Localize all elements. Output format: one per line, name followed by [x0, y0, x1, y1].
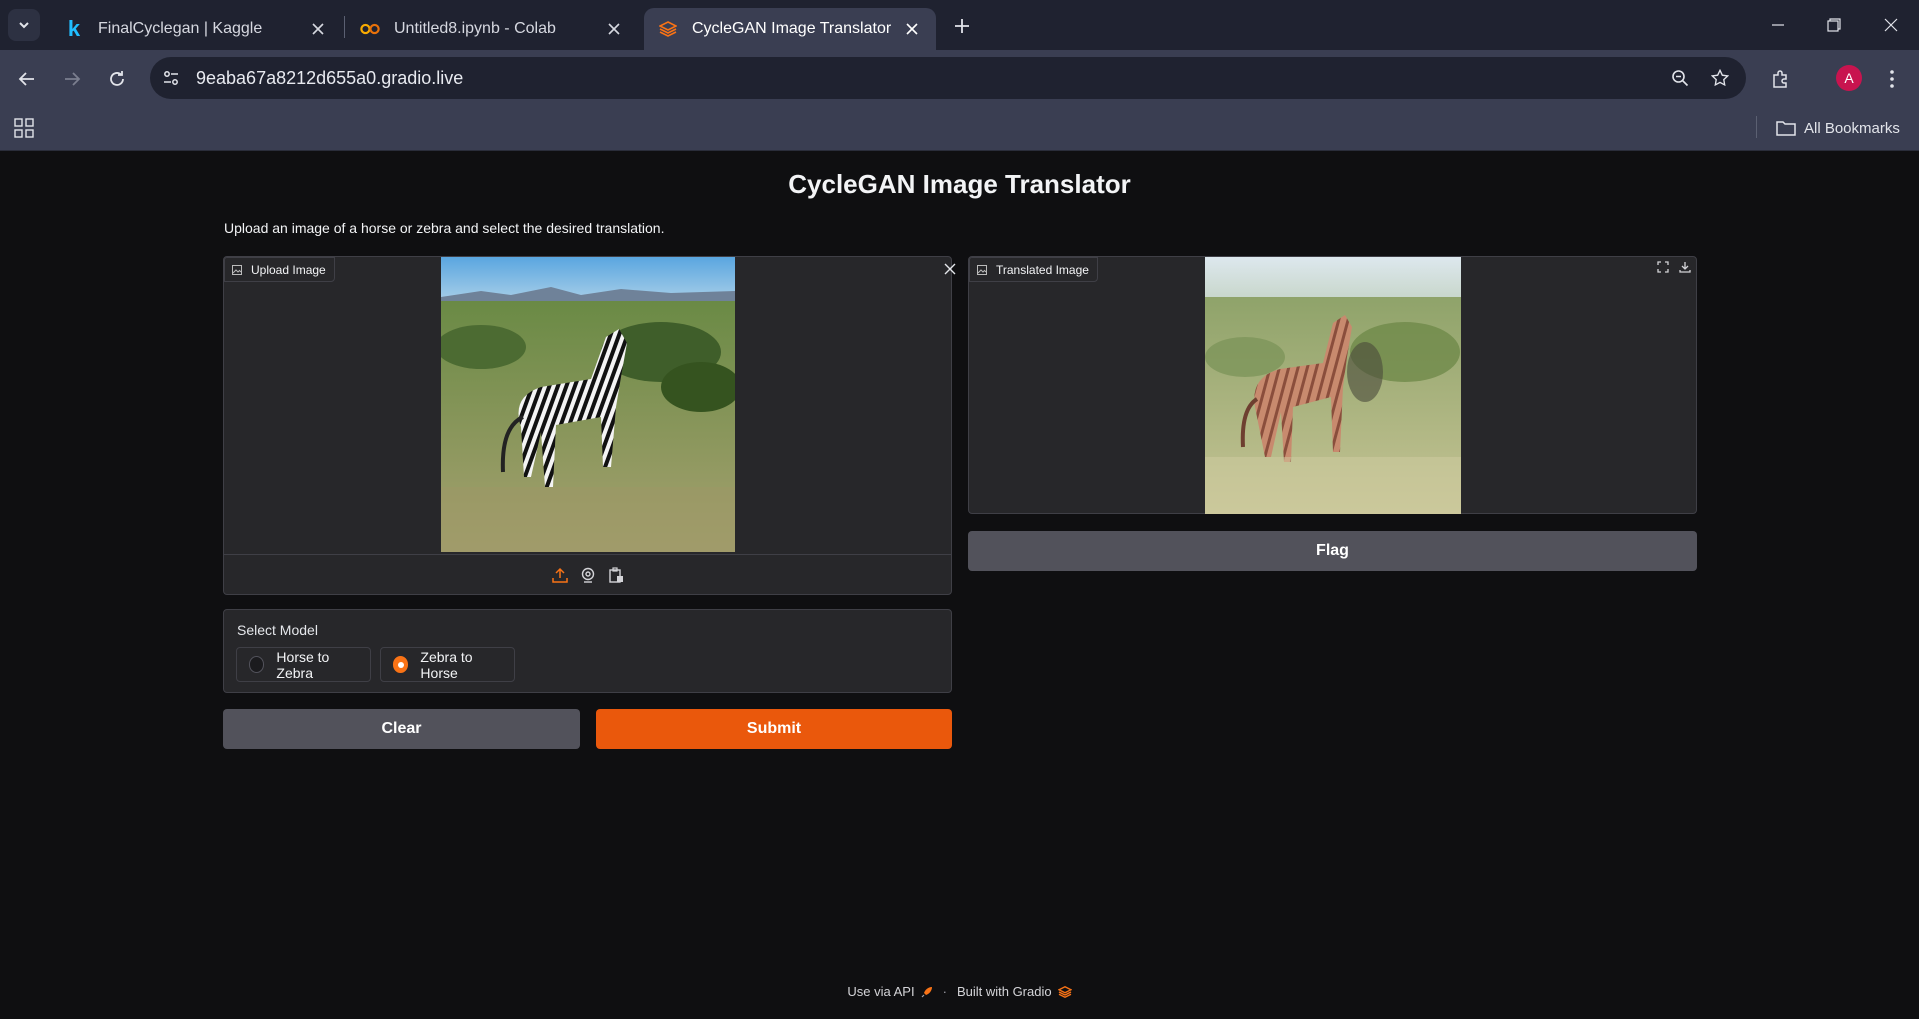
clipboard-icon[interactable] [607, 566, 625, 584]
reload-button[interactable] [100, 62, 134, 96]
minimize-button[interactable] [1763, 10, 1793, 40]
bookmark-star-icon[interactable] [1706, 64, 1734, 92]
kebab-menu-icon [1890, 70, 1894, 88]
profile-avatar[interactable]: A [1836, 65, 1862, 91]
radio-button-selected[interactable] [393, 656, 409, 673]
page-description: Upload an image of a horse or zebra and … [224, 220, 665, 236]
page-title: CycleGAN Image Translator [788, 169, 1131, 199]
translated-horse-image [1205, 257, 1461, 514]
plus-icon [955, 19, 969, 33]
image-icon [232, 264, 242, 275]
bookmarks-separator [1756, 116, 1757, 138]
translated-image-panel: Translated Image [968, 256, 1697, 514]
site-info-icon[interactable] [150, 57, 192, 99]
select-model-label: Select Model [237, 622, 318, 638]
rocket-icon [921, 986, 933, 998]
tab-colab[interactable]: Untitled8.ipynb - Colab [346, 8, 638, 50]
gradio-icon [658, 19, 678, 39]
gradio-logo-icon [1057, 985, 1072, 998]
bookmarks-bar: All Bookmarks [0, 108, 1919, 151]
upload-image-label: Upload Image [251, 262, 326, 277]
close-icon[interactable] [308, 19, 328, 39]
close-window-button[interactable] [1876, 10, 1906, 40]
back-button[interactable] [10, 62, 44, 96]
reload-icon [110, 71, 124, 86]
webcam-icon[interactable] [579, 566, 597, 584]
minimize-icon [1772, 24, 1784, 26]
all-bookmarks-button[interactable]: All Bookmarks [1776, 114, 1900, 142]
fullscreen-icon [1657, 261, 1669, 273]
tab-cyclegan[interactable]: CycleGAN Image Translator [644, 8, 936, 50]
chevron-down-icon [19, 22, 29, 29]
footer-separator: · [942, 984, 947, 999]
close-icon[interactable] [604, 19, 624, 39]
radio-button[interactable] [249, 656, 265, 673]
radio-option-label: Zebra to Horse [420, 648, 473, 681]
tab-title: CycleGAN Image Translator [692, 20, 892, 37]
kaggle-k-icon: k [67, 16, 81, 41]
built-with-gradio-link[interactable]: Built with Gradio [957, 984, 1052, 999]
upload-source-toolbar [224, 554, 951, 594]
flag-button[interactable]: Flag [968, 531, 1697, 571]
apps-grid-icon[interactable] [12, 116, 36, 140]
zoom-icon[interactable] [1666, 64, 1694, 92]
close-icon [944, 263, 956, 275]
clear-button[interactable]: Clear [223, 709, 580, 749]
submit-button[interactable]: Submit [596, 709, 952, 749]
tab-title: FinalCyclegan | Kaggle [98, 20, 263, 37]
translated-image-label: Translated Image [996, 262, 1089, 277]
arrow-left-icon [18, 72, 34, 86]
clear-image-button[interactable] [940, 259, 960, 279]
browser-menu-button[interactable] [1876, 63, 1908, 95]
restore-button[interactable] [1819, 10, 1849, 40]
address-bar[interactable]: 9eaba67a8212d655a0.gradio.live [150, 57, 1746, 99]
select-model-group: Select Model Horse to Zebra Zebra to Hor… [223, 609, 952, 693]
all-bookmarks-label: All Bookmarks [1804, 119, 1900, 137]
puzzle-icon [1773, 70, 1787, 88]
tab-search-button[interactable] [8, 9, 40, 41]
upload-image-label-chip: Upload Image [224, 257, 335, 282]
forward-button[interactable] [55, 62, 89, 96]
radio-zebra-to-horse[interactable]: Zebra to Horse [380, 647, 515, 682]
browser-tab-bar: k FinalCyclegan | Kaggle Untitled8.ipynb… [0, 0, 1919, 50]
tab-title: Untitled8.ipynb - Colab [394, 20, 556, 37]
uploaded-zebra-image [441, 257, 735, 552]
folder-icon [1776, 120, 1796, 136]
upload-image-panel[interactable]: Upload Image [223, 256, 956, 595]
use-via-api-link[interactable]: Use via API [847, 984, 914, 999]
translated-image-label-chip: Translated Image [969, 257, 1098, 282]
extensions-button[interactable] [1765, 63, 1797, 95]
gradio-footer: Use via API · Built with Gradio [0, 984, 1919, 999]
tab-kaggle[interactable]: k FinalCyclegan | Kaggle [50, 8, 342, 50]
url-text: 9eaba67a8212d655a0.gradio.live [196, 67, 464, 88]
tab-separator [344, 16, 345, 38]
close-icon[interactable] [902, 19, 922, 39]
gradio-app: CycleGAN Image Translator Upload an imag… [0, 151, 1919, 1019]
download-button[interactable] [1675, 257, 1695, 277]
restore-icon [1827, 18, 1841, 32]
browser-toolbar: 9eaba67a8212d655a0.gradio.live A [0, 50, 1919, 108]
close-icon [1884, 18, 1898, 32]
upload-icon[interactable] [551, 566, 569, 584]
arrow-right-icon [65, 72, 81, 86]
new-tab-button[interactable] [948, 12, 976, 40]
radio-horse-to-zebra[interactable]: Horse to Zebra [236, 647, 371, 682]
download-icon [1679, 262, 1691, 273]
image-icon [977, 264, 987, 275]
radio-option-label: Horse to Zebra [276, 648, 330, 681]
fullscreen-button[interactable] [1653, 257, 1673, 277]
colab-icon [360, 19, 380, 39]
